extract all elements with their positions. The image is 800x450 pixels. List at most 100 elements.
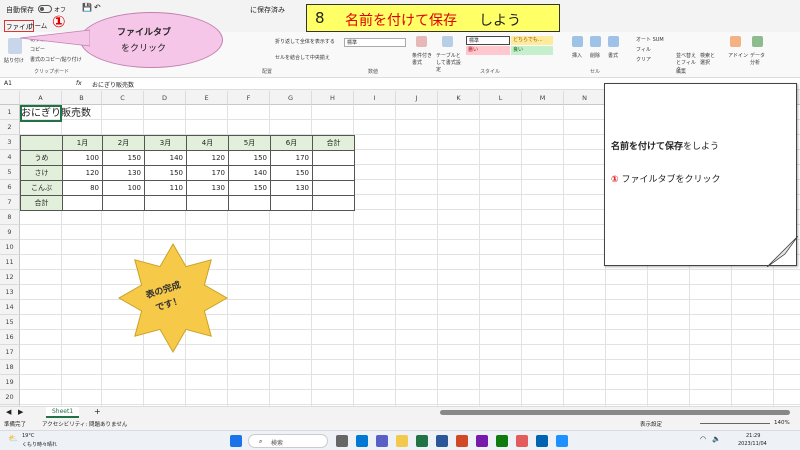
excel-icon[interactable] bbox=[416, 435, 428, 447]
row-header-15[interactable]: 15 bbox=[0, 315, 20, 330]
row-header-20[interactable]: 20 bbox=[0, 390, 20, 405]
number-format-select[interactable]: 標準 bbox=[344, 38, 406, 47]
style-bad[interactable]: 悪い bbox=[466, 46, 510, 55]
table-total-cell[interactable] bbox=[312, 150, 355, 166]
merge-center-button[interactable]: セルを結合して中央揃え bbox=[275, 54, 330, 61]
name-box[interactable]: A1 bbox=[4, 80, 12, 87]
row-header-6[interactable]: 6 bbox=[0, 180, 20, 195]
row-header-8[interactable]: 8 bbox=[0, 210, 20, 225]
find-select-button[interactable]: 検索と選択 bbox=[700, 52, 716, 66]
table-cell[interactable]: 170 bbox=[186, 165, 229, 181]
display-settings-button[interactable]: 表示設定 bbox=[640, 420, 662, 428]
conditional-format-button[interactable]: 条件付き書式 bbox=[412, 52, 434, 66]
table-total-cell[interactable] bbox=[270, 195, 313, 211]
insert-icon[interactable] bbox=[572, 36, 583, 47]
row-header-16[interactable]: 16 bbox=[0, 330, 20, 345]
table-header-cell[interactable]: 5月 bbox=[228, 135, 271, 151]
row-header-10[interactable]: 10 bbox=[0, 240, 20, 255]
column-header-M[interactable]: M bbox=[522, 91, 564, 105]
data-analysis-icon[interactable] bbox=[752, 36, 763, 47]
row-header-7[interactable]: 7 bbox=[0, 195, 20, 210]
zoom-slider[interactable] bbox=[700, 423, 770, 424]
save-icon[interactable]: 💾 bbox=[82, 3, 92, 12]
table-total-cell[interactable] bbox=[62, 195, 103, 211]
delete-icon[interactable] bbox=[590, 36, 601, 47]
table-cell[interactable]: 150 bbox=[102, 150, 145, 166]
table-header-corner[interactable] bbox=[20, 135, 63, 151]
column-header-H[interactable]: H bbox=[312, 91, 354, 105]
column-header-E[interactable]: E bbox=[186, 91, 228, 105]
formula-input[interactable]: おにぎり販売数 bbox=[92, 80, 134, 89]
conditional-format-icon[interactable] bbox=[416, 36, 427, 47]
row-header-9[interactable]: 9 bbox=[0, 225, 20, 240]
column-header-L[interactable]: L bbox=[480, 91, 522, 105]
table-header-cell[interactable]: 合計 bbox=[312, 135, 355, 151]
horizontal-scrollbar[interactable] bbox=[440, 410, 790, 415]
table-total-cell[interactable] bbox=[144, 195, 187, 211]
autosave-toggle[interactable] bbox=[38, 5, 52, 13]
row-header-14[interactable]: 14 bbox=[0, 300, 20, 315]
fx-icon[interactable]: fx bbox=[76, 80, 82, 87]
table-header-cell[interactable]: 2月 bbox=[102, 135, 145, 151]
column-header-J[interactable]: J bbox=[396, 91, 438, 105]
table-total-cell[interactable] bbox=[228, 195, 271, 211]
add-sheet-icon[interactable]: + bbox=[94, 407, 101, 416]
accessibility-status[interactable]: アクセシビリティ: 問題ありません bbox=[42, 420, 127, 428]
addin-icon[interactable] bbox=[730, 36, 741, 47]
table-cell[interactable]: 130 bbox=[270, 180, 313, 196]
onenote-icon[interactable] bbox=[476, 435, 488, 447]
start-icon[interactable] bbox=[230, 435, 242, 447]
row-header-12[interactable]: 12 bbox=[0, 270, 20, 285]
vscode-icon[interactable] bbox=[536, 435, 548, 447]
table-total-cell[interactable] bbox=[312, 165, 355, 181]
teams-icon[interactable] bbox=[376, 435, 388, 447]
fill-button[interactable]: フィル bbox=[636, 46, 651, 53]
column-header-I[interactable]: I bbox=[354, 91, 396, 105]
table-total-label[interactable]: 合計 bbox=[20, 195, 63, 211]
style-neutral[interactable]: どちらでも... bbox=[511, 36, 553, 45]
settings-app-icon[interactable] bbox=[556, 435, 568, 447]
table-header-cell[interactable]: 6月 bbox=[270, 135, 313, 151]
table-total-cell[interactable] bbox=[312, 195, 355, 211]
column-header-K[interactable]: K bbox=[438, 91, 480, 105]
table-header-cell[interactable]: 4月 bbox=[186, 135, 229, 151]
table-cell[interactable]: 120 bbox=[62, 165, 103, 181]
sheet-nav-prev-icon[interactable]: ◀ bbox=[6, 408, 11, 416]
select-all-corner[interactable] bbox=[0, 91, 20, 105]
table-cell[interactable]: 150 bbox=[270, 165, 313, 181]
autosum-button[interactable]: オート SUM bbox=[636, 36, 664, 43]
data-analysis-button[interactable]: データ分析 bbox=[750, 52, 766, 66]
column-header-G[interactable]: G bbox=[270, 91, 312, 105]
table-cell[interactable]: 100 bbox=[102, 180, 145, 196]
table-cell[interactable]: 110 bbox=[144, 180, 187, 196]
table-cell[interactable]: 150 bbox=[144, 165, 187, 181]
paste-button[interactable]: 貼り付け bbox=[4, 57, 24, 64]
wifi-icon[interactable]: ◠ bbox=[700, 435, 706, 443]
table-total-cell[interactable] bbox=[102, 195, 145, 211]
delete-button[interactable]: 削除 bbox=[590, 52, 600, 59]
row-header-11[interactable]: 11 bbox=[0, 255, 20, 270]
table-cell[interactable]: 80 bbox=[62, 180, 103, 196]
table-cell[interactable]: 120 bbox=[186, 150, 229, 166]
clock-date[interactable]: 2023/11/04 bbox=[738, 441, 767, 447]
table-cell[interactable]: 100 bbox=[62, 150, 103, 166]
column-header-B[interactable]: B bbox=[62, 91, 102, 105]
volume-icon[interactable]: 🔈 bbox=[712, 435, 721, 443]
format-as-table-icon[interactable] bbox=[442, 36, 453, 47]
row-header-5[interactable]: 5 bbox=[0, 165, 20, 180]
table-cell[interactable]: 150 bbox=[228, 180, 271, 196]
column-header-D[interactable]: D bbox=[144, 91, 186, 105]
style-good[interactable]: 良い bbox=[511, 46, 553, 55]
explorer-icon[interactable] bbox=[396, 435, 408, 447]
row-header-18[interactable]: 18 bbox=[0, 360, 20, 375]
row-header-19[interactable]: 19 bbox=[0, 375, 20, 390]
wrap-text-button[interactable]: 折り返して全体を表示する bbox=[275, 38, 335, 45]
table-row-label[interactable]: うめ bbox=[20, 150, 63, 166]
table-header-cell[interactable]: 3月 bbox=[144, 135, 187, 151]
column-header-F[interactable]: F bbox=[228, 91, 270, 105]
table-total-cell[interactable] bbox=[186, 195, 229, 211]
format-as-table-button[interactable]: テーブルとして書式設定 bbox=[436, 52, 462, 73]
table-cell[interactable]: 140 bbox=[228, 165, 271, 181]
snipping-tool-icon[interactable] bbox=[516, 435, 528, 447]
app-icon[interactable] bbox=[496, 435, 508, 447]
